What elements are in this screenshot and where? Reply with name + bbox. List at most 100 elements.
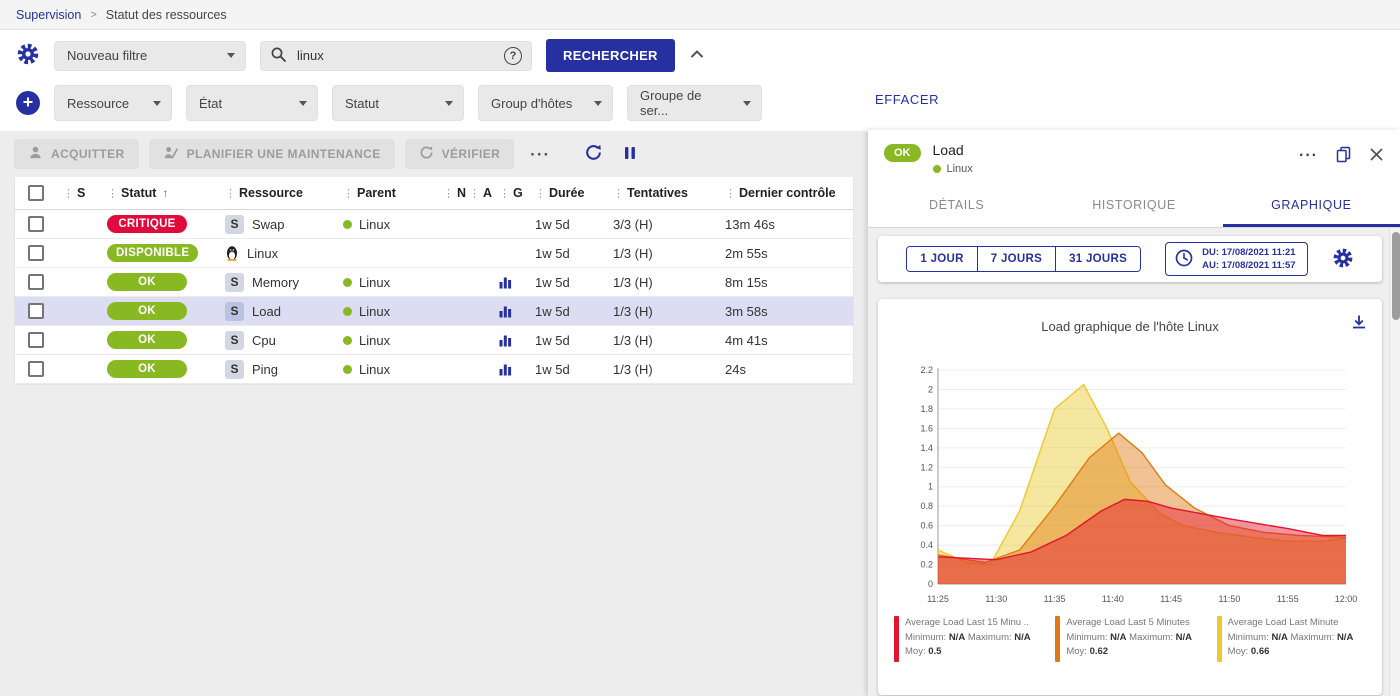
search-input[interactable] [295,47,496,64]
table-row-ping[interactable]: OK SPing Linux 1w 5d 1/3 (H) 24s [15,355,853,384]
chevron-down-icon [445,101,453,106]
column-header-tentatives[interactable]: ⋮Tentatives [613,186,725,200]
pause-button[interactable] [623,145,637,164]
resource-cell[interactable]: SSwap [225,215,343,234]
acknowledge-button[interactable]: ACQUITTER [14,139,139,169]
row-checkbox[interactable] [28,303,44,319]
parent-status-dot [343,336,352,345]
legend-color-bar [1055,616,1060,662]
table-row-load[interactable]: OK SLoad Linux 1w 5d 1/3 (H) 3m 58s [15,297,853,326]
tab-historique[interactable]: HISTORIQUE [1045,186,1222,227]
table-row-cpu[interactable]: OK SCpu Linux 1w 5d 1/3 (H) 4m 41s [15,326,853,355]
more-actions-button[interactable]: ··· [530,146,550,163]
resource-name: Cpu [252,333,276,348]
range-7-jours[interactable]: 7 JOURS [977,247,1055,271]
graph-settings-button[interactable] [1332,247,1354,272]
service-chip: S [225,360,244,379]
penguin-icon [225,245,239,261]
column-header-g[interactable]: ⋮G [499,186,535,200]
resource-cell[interactable]: SCpu [225,331,343,350]
maintenance-button[interactable]: PLANIFIER UNE MAINTENANCE [149,139,395,169]
table-row-memory[interactable]: OK SMemory Linux 1w 5d 1/3 (H) 8m 15s [15,268,853,297]
tries-cell: 1/3 (H) [613,275,725,290]
breadcrumb-supervision[interactable]: Supervision [16,8,81,22]
tab-details[interactable]: DÉTAILS [868,186,1045,227]
table-row-linux[interactable]: DISPONIBLE Linux 1w 5d 1/3 (H) 2m 55s [15,239,853,268]
parent-cell[interactable]: Linux [343,217,443,232]
time-range-group: 1 JOUR7 JOURS31 JOURS [906,246,1141,272]
resource-cell[interactable]: Linux [225,245,343,261]
column-header-parent[interactable]: ⋮Parent [343,186,443,200]
chart-title: Load graphique de l'hôte Linux [892,319,1368,334]
column-header-a[interactable]: ⋮A [469,186,499,200]
row-checkbox[interactable] [28,216,44,232]
host-status-dot [933,165,941,173]
recheck-icon [419,145,434,163]
search-box[interactable]: ? [260,41,532,71]
parent-name: Linux [359,362,390,377]
column-header-dernier-controle[interactable]: ⋮Dernier contrôle [725,186,853,200]
svg-text:1.4: 1.4 [920,443,933,453]
resource-cell[interactable]: SLoad [225,302,343,321]
range-1-jour[interactable]: 1 JOUR [907,247,976,271]
range-31-jours[interactable]: 31 JOURS [1055,247,1140,271]
tries-cell: 1/3 (H) [613,304,725,319]
copy-link-button[interactable] [1335,145,1352,166]
help-icon[interactable]: ? [504,47,522,65]
export-chart-button[interactable] [1350,313,1368,334]
column-header-ressource[interactable]: ⋮Ressource [225,186,343,200]
add-criteria-button[interactable] [16,91,40,115]
criteria-select-groupe-services[interactable]: Groupe de ser... [627,85,762,121]
parent-name: Linux [359,275,390,290]
date-range-display[interactable]: DU: 17/08/2021 11:21 AU: 17/08/2021 11:5… [1165,242,1307,277]
column-header-severity[interactable]: ⋮S [63,186,107,200]
parent-cell[interactable]: Linux [343,275,443,290]
column-header-statut[interactable]: ⋮Statut↑ [107,186,225,200]
refresh-button[interactable] [584,143,603,165]
parent-cell[interactable]: Linux [343,362,443,377]
clear-filters-button[interactable]: EFFACER [875,92,939,107]
service-chip: S [225,302,244,321]
row-checkbox[interactable] [28,361,44,377]
criteria-select-groupe-hotes[interactable]: Group d'hôtes [478,85,613,121]
legend-item-2[interactable]: Average Load Last MinuteMinimum: N/A Max… [1217,616,1366,662]
graph-icon[interactable] [499,363,512,376]
saved-filter-select[interactable]: Nouveau filtre [54,41,246,71]
criteria-select-ressource[interactable]: Ressource [54,85,172,121]
column-header-n[interactable]: ⋮N [443,186,469,200]
tab-graphique[interactable]: GRAPHIQUE [1223,186,1400,227]
tries-cell: 1/3 (H) [613,333,725,348]
close-panel-button[interactable] [1369,147,1384,165]
legend-item-1[interactable]: Average Load Last 5 MinutesMinimum: N/A … [1055,616,1204,662]
resources-region: ACQUITTER PLANIFIER UNE MAINTENANCE VÉRI… [0,133,868,696]
parent-cell[interactable]: Linux [343,333,443,348]
legend-item-0[interactable]: Average Load Last 15 Minu ..Minimum: N/A… [894,616,1043,662]
search-button[interactable]: RECHERCHER [546,39,675,72]
table-row-swap[interactable]: CRITIQUE SSwap Linux 1w 5d 3/3 (H) 13m 4… [15,210,853,239]
row-checkbox[interactable] [28,332,44,348]
svg-text:2: 2 [928,384,933,394]
parent-cell[interactable]: Linux [343,304,443,319]
row-checkbox[interactable] [28,245,44,261]
graph-icon[interactable] [499,305,512,318]
column-header-duree[interactable]: ⋮Durée [535,186,613,200]
collapse-filters-button[interactable] [689,48,705,63]
panel-header: OK Load Linux ··· [868,130,1400,186]
criteria-select-etat[interactable]: État [186,85,318,121]
filter-settings-button[interactable] [16,42,40,69]
panel-more-button[interactable]: ··· [1299,147,1318,165]
select-all-checkbox[interactable] [28,185,44,201]
graph-icon[interactable] [499,276,512,289]
resource-cell[interactable]: SMemory [225,273,343,292]
parent-name: Linux [359,333,390,348]
resource-cell[interactable]: SPing [225,360,343,379]
row-checkbox[interactable] [28,274,44,290]
chevron-down-icon [227,53,235,58]
criteria-select-statut[interactable]: Statut [332,85,464,121]
check-button[interactable]: VÉRIFIER [405,139,515,169]
chart-legend: Average Load Last 15 Minu ..Minimum: N/A… [892,616,1368,662]
panel-scrollbar[interactable] [1389,228,1400,696]
scrollbar-thumb[interactable] [1392,232,1400,320]
detail-panel: OK Load Linux ··· DÉTAILSHISTORIQUEGRAPH… [868,130,1400,696]
graph-icon[interactable] [499,334,512,347]
